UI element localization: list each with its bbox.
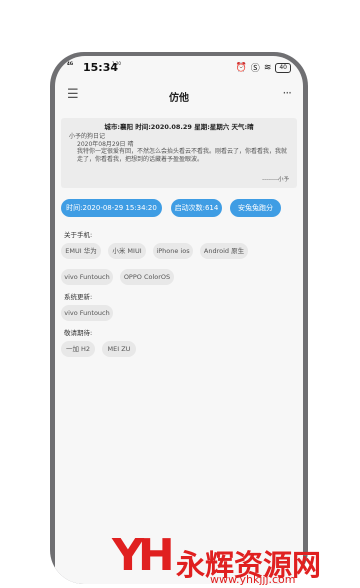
battery-icon: 40 (275, 62, 291, 73)
signal-indicator: 4G (67, 61, 74, 66)
app-screen: 4G 15:34 1.20 ⏰ Ⓢ ≋ 40 ☰ 仿他 ··· 城市:襄阳 时间… (55, 56, 303, 584)
about-phone-label: 关于手机: (64, 231, 93, 239)
alarm-icon: ⏰ (235, 62, 247, 73)
chip-vivo-funtouch[interactable]: vivo Funtouch (61, 269, 113, 285)
status-icons: ⏰ Ⓢ ≋ 40 (236, 61, 291, 74)
diary-date: 2020年08月29日 晴 (77, 140, 134, 148)
page-title: 仿他 (169, 93, 189, 104)
dnd-icon: Ⓢ (250, 64, 260, 74)
time-pill[interactable]: 时间:2020-08-29 15:34:20 (61, 199, 162, 217)
watermark-url: www.yhkjjj.com (210, 573, 296, 586)
diary-body: 我特你一定很爱有回，不然怎么会抬头看云不看我。刚看云了，你看看我，我就走了，你看… (77, 148, 288, 163)
rabbit-benchmark-button[interactable]: 安兔兔跑分 (230, 199, 281, 217)
title-bar: ☰ 仿他 ··· (55, 78, 303, 112)
chip-miui[interactable]: 小米 MIUI (108, 243, 146, 259)
diary-signature: --------小予 (262, 177, 289, 183)
watermark-logo: YH (112, 530, 175, 581)
wifi-icon: ≋ (263, 62, 272, 73)
status-bar: 4G 15:34 1.20 ⏰ Ⓢ ≋ 40 (55, 56, 303, 78)
watermark: YH 永辉资源网 www.yhkjjj.com (0, 522, 360, 588)
chip-android[interactable]: Android 原生 (200, 243, 248, 259)
chip-update-vivo[interactable]: vivo Funtouch (61, 305, 113, 321)
info-header: 城市:襄阳 时间:2020.08.29 星期:星期六 天气:晴 (104, 123, 254, 131)
diary-text: 小予的狗日记 2020年08月29日 晴 我特你一定很爱有回，不然怎么会抬头看云… (69, 133, 291, 163)
info-card: 城市:襄阳 时间:2020.08.29 星期:星期六 天气:晴 小予的狗日记 2… (61, 118, 297, 188)
system-update-label: 系统更新: (64, 293, 93, 301)
more-options-icon[interactable]: ··· (283, 86, 293, 100)
net-speed: 1.20 (112, 61, 121, 66)
chip-emui[interactable]: EMUI 华为 (61, 243, 101, 259)
chip-oneplus[interactable]: 一加 H2 (61, 341, 95, 357)
diary-title: 小予的狗日记 (69, 133, 106, 140)
chip-ios[interactable]: iPhone ios (153, 243, 193, 259)
coming-soon-label: 敬请期待: (64, 329, 93, 337)
chip-meizu[interactable]: MEI ZU (102, 341, 136, 357)
phone-frame: 4G 15:34 1.20 ⏰ Ⓢ ≋ 40 ☰ 仿他 ··· 城市:襄阳 时间… (50, 52, 308, 584)
launch-count-pill[interactable]: 启动次数:614 (171, 199, 222, 217)
chip-oppo-coloros[interactable]: OPPO ColorOS (120, 269, 174, 285)
